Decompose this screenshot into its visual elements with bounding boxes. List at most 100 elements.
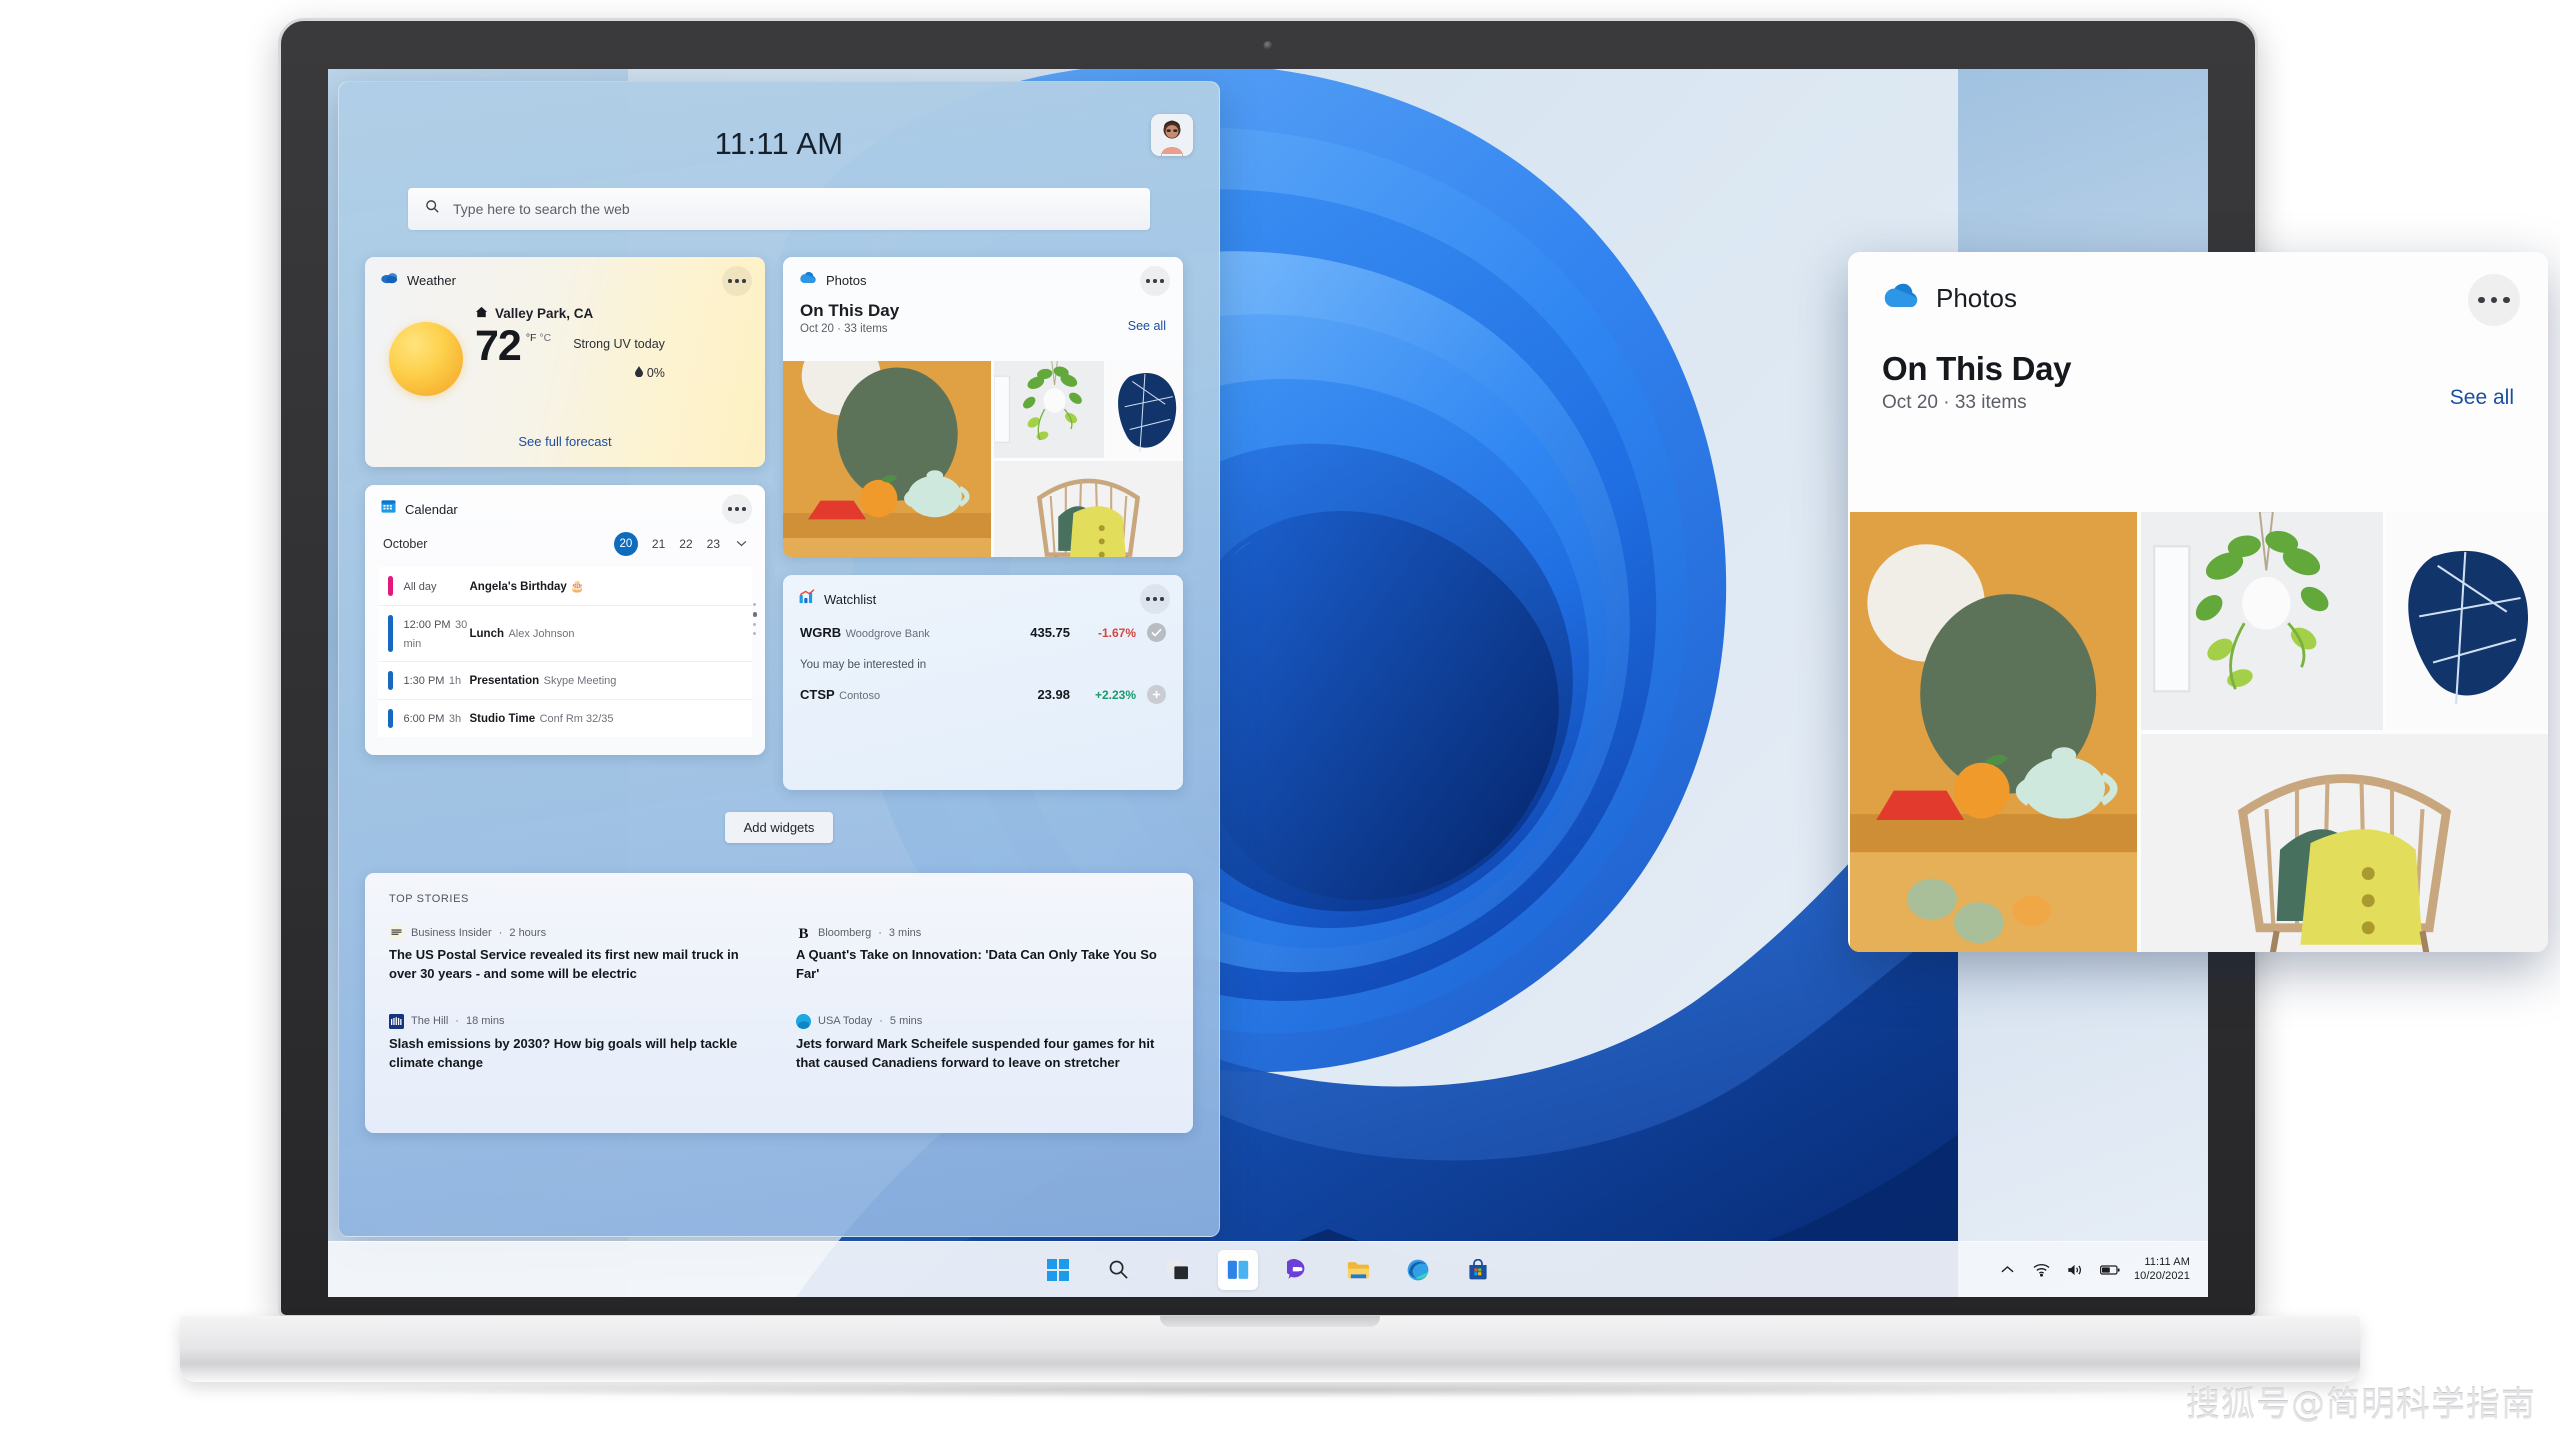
svg-text:B: B xyxy=(798,926,808,940)
news-item[interactable]: Business Insider · 2 hours The US Postal… xyxy=(389,925,762,984)
watchlist-header: Watchlist xyxy=(783,575,1183,614)
weather-widget[interactable]: Weather Valley Park, CA 72 °F °C Strong … xyxy=(365,257,765,467)
news-source-row: Business Insider · 2 hours xyxy=(389,925,762,940)
wifi-icon[interactable] xyxy=(2032,1260,2052,1280)
stock-name: Contoso xyxy=(839,689,881,702)
callout-see-all-link[interactable]: See all xyxy=(2450,386,2514,410)
photo-rattan-chair-yellow-pillow[interactable] xyxy=(994,460,1183,557)
photos-widget-callout[interactable]: Photos On This Day Oct 20 · 33 items See… xyxy=(1848,252,2548,952)
photos-title: On This Day xyxy=(800,301,900,320)
watchlist-stock-row[interactable]: WGRB Woodgrove Bank 435.75 -1.67% xyxy=(783,623,1183,642)
calendar-day-22[interactable]: 22 xyxy=(679,537,692,551)
calendar-more-icon[interactable] xyxy=(722,494,752,524)
calendar-day-21[interactable]: 21 xyxy=(652,537,665,551)
watchlist-stock-row[interactable]: CTSP Contoso 23.98 +2.23% xyxy=(783,685,1183,704)
weather-forecast-link[interactable]: See full forecast xyxy=(365,434,765,449)
screenshot-stage: 11:11 AM Type here to search the web Wea… xyxy=(0,0,2560,1440)
event-time: 6:00 PM 3h xyxy=(404,709,470,728)
chevron-up-icon[interactable] xyxy=(1998,1260,2018,1280)
weather-cloud-icon xyxy=(381,271,398,290)
photo-abstract-blue-art[interactable] xyxy=(1107,361,1183,458)
callout-title-row: Photos xyxy=(1882,282,2514,314)
weather-location: Valley Park, CA xyxy=(475,306,665,321)
taskbar-buttons xyxy=(1038,1249,1498,1290)
watchlist-more-icon[interactable] xyxy=(1140,584,1170,614)
news-separator: · xyxy=(455,1015,459,1028)
event-color-bar xyxy=(388,709,393,729)
event-title: Presentation xyxy=(469,675,540,688)
weather-details: Strong UV today 0% xyxy=(573,335,665,380)
usa-today-icon xyxy=(796,1013,811,1029)
photo-hanging-plant[interactable] xyxy=(2141,512,2383,730)
news-item[interactable]: B Bloomberg · 3 mins A Quant's Take on I… xyxy=(796,925,1169,984)
battery-icon[interactable] xyxy=(2099,1260,2120,1280)
news-source-name: The Hill xyxy=(411,1015,449,1028)
microsoft-store-button[interactable] xyxy=(1458,1250,1498,1290)
weather-units[interactable]: °F °C xyxy=(526,332,551,344)
weather-location-text: Valley Park, CA xyxy=(495,306,594,321)
photos-more-icon[interactable] xyxy=(1140,266,1170,296)
calendar-day-23[interactable]: 23 xyxy=(707,537,720,551)
search-input[interactable]: Type here to search the web xyxy=(408,188,1150,230)
widgets-column-left: Weather Valley Park, CA 72 °F °C Strong … xyxy=(365,257,765,755)
news-section-label: TOP STORIES xyxy=(389,893,469,905)
news-item[interactable]: USA Today · 5 mins Jets forward Mark Sch… xyxy=(796,1013,1169,1073)
widgets-grid: Weather Valley Park, CA 72 °F °C Strong … xyxy=(365,257,1193,790)
bloomberg-b-icon: B xyxy=(796,925,811,940)
photos-subtitle: Oct 20 · 33 items xyxy=(800,323,888,335)
news-separator: · xyxy=(878,926,882,939)
calendar-event[interactable]: All day Angela's Birthday 🎂 xyxy=(378,567,752,605)
search-placeholder: Type here to search the web xyxy=(453,201,630,217)
news-grid: Business Insider · 2 hours The US Postal… xyxy=(389,925,1169,1073)
news-headline: The US Postal Service revealed its first… xyxy=(389,947,739,981)
news-time: 3 mins xyxy=(888,926,922,939)
speaker-icon[interactable] xyxy=(2066,1260,2086,1280)
calendar-event[interactable]: 6:00 PM 3h Studio Time Conf Rm 32/35 xyxy=(378,699,752,738)
avatar[interactable] xyxy=(1151,114,1193,156)
edge-button[interactable] xyxy=(1398,1250,1438,1290)
chat-button[interactable] xyxy=(1278,1250,1318,1290)
event-time-text: All day xyxy=(403,580,437,593)
calendar-event[interactable]: 1:30 PM 1h Presentation Skype Meeting xyxy=(378,661,752,700)
file-explorer-button[interactable] xyxy=(1338,1250,1378,1290)
calendar-month: October xyxy=(383,537,428,551)
plus-icon[interactable] xyxy=(1147,685,1166,704)
chevron-down-icon[interactable] xyxy=(736,539,747,550)
photos-side-row-top xyxy=(994,361,1183,458)
photo-still-life-teapot[interactable] xyxy=(783,361,991,557)
widgets-button[interactable] xyxy=(1218,1249,1258,1290)
add-widgets-button[interactable]: Add widgets xyxy=(724,812,834,843)
task-view-button[interactable] xyxy=(1158,1250,1198,1290)
widgets-panel: 11:11 AM Type here to search the web Wea… xyxy=(338,81,1220,1237)
news-source-row: B Bloomberg · 3 mins xyxy=(796,925,1169,940)
onedrive-cloud-icon xyxy=(1882,282,1920,314)
event-time: 1:30 PM 1h xyxy=(404,671,470,690)
business-insider-icon xyxy=(389,925,404,940)
photo-still-life-teapot[interactable] xyxy=(1850,512,2137,952)
taskbar-clock[interactable]: 11:11 AM 10/20/2021 xyxy=(2134,1256,2190,1283)
event-detail: Angela's Birthday 🎂 xyxy=(470,577,585,595)
photo-rattan-chair-yellow-pillow[interactable] xyxy=(2141,734,2548,952)
check-icon[interactable] xyxy=(1147,623,1166,642)
calendar-day-20[interactable]: 20 xyxy=(613,532,638,556)
photos-widget[interactable]: Photos On This Day Oct 20 · 33 items See… xyxy=(783,257,1183,557)
photo-abstract-blue-art[interactable] xyxy=(2386,512,2548,730)
callout-more-icon[interactable] xyxy=(2468,274,2520,326)
weather-body: Valley Park, CA 72 °F °C Strong UV today… xyxy=(365,290,765,396)
calendar-header: Calendar xyxy=(365,485,765,524)
calendar-scroll-indicator[interactable] xyxy=(752,603,757,635)
watchlist-widget[interactable]: Watchlist WGRB Woodgrove Bank 435.75 -1.… xyxy=(783,575,1183,790)
photos-side-row-bottom xyxy=(994,460,1183,557)
calendar-widget[interactable]: Calendar October 20 21 22 23 All day Ang… xyxy=(365,485,765,755)
photo-hanging-plant[interactable] xyxy=(994,361,1105,458)
callout-side-column xyxy=(2141,512,2548,952)
search-button[interactable] xyxy=(1098,1250,1138,1290)
news-item[interactable]: The Hill · 18 mins Slash emissions by 20… xyxy=(389,1013,762,1073)
add-widgets-container: Add widgets xyxy=(339,812,1219,843)
photos-see-all-link[interactable]: See all xyxy=(1128,319,1166,333)
event-color-bar xyxy=(388,615,393,653)
start-button[interactable] xyxy=(1038,1250,1078,1290)
calendar-event[interactable]: 12:00 PM 30 min Lunch Alex Johnson xyxy=(378,605,752,662)
weather-more-icon[interactable] xyxy=(722,266,752,296)
tray-date: 10/20/2021 xyxy=(2133,1269,2190,1282)
